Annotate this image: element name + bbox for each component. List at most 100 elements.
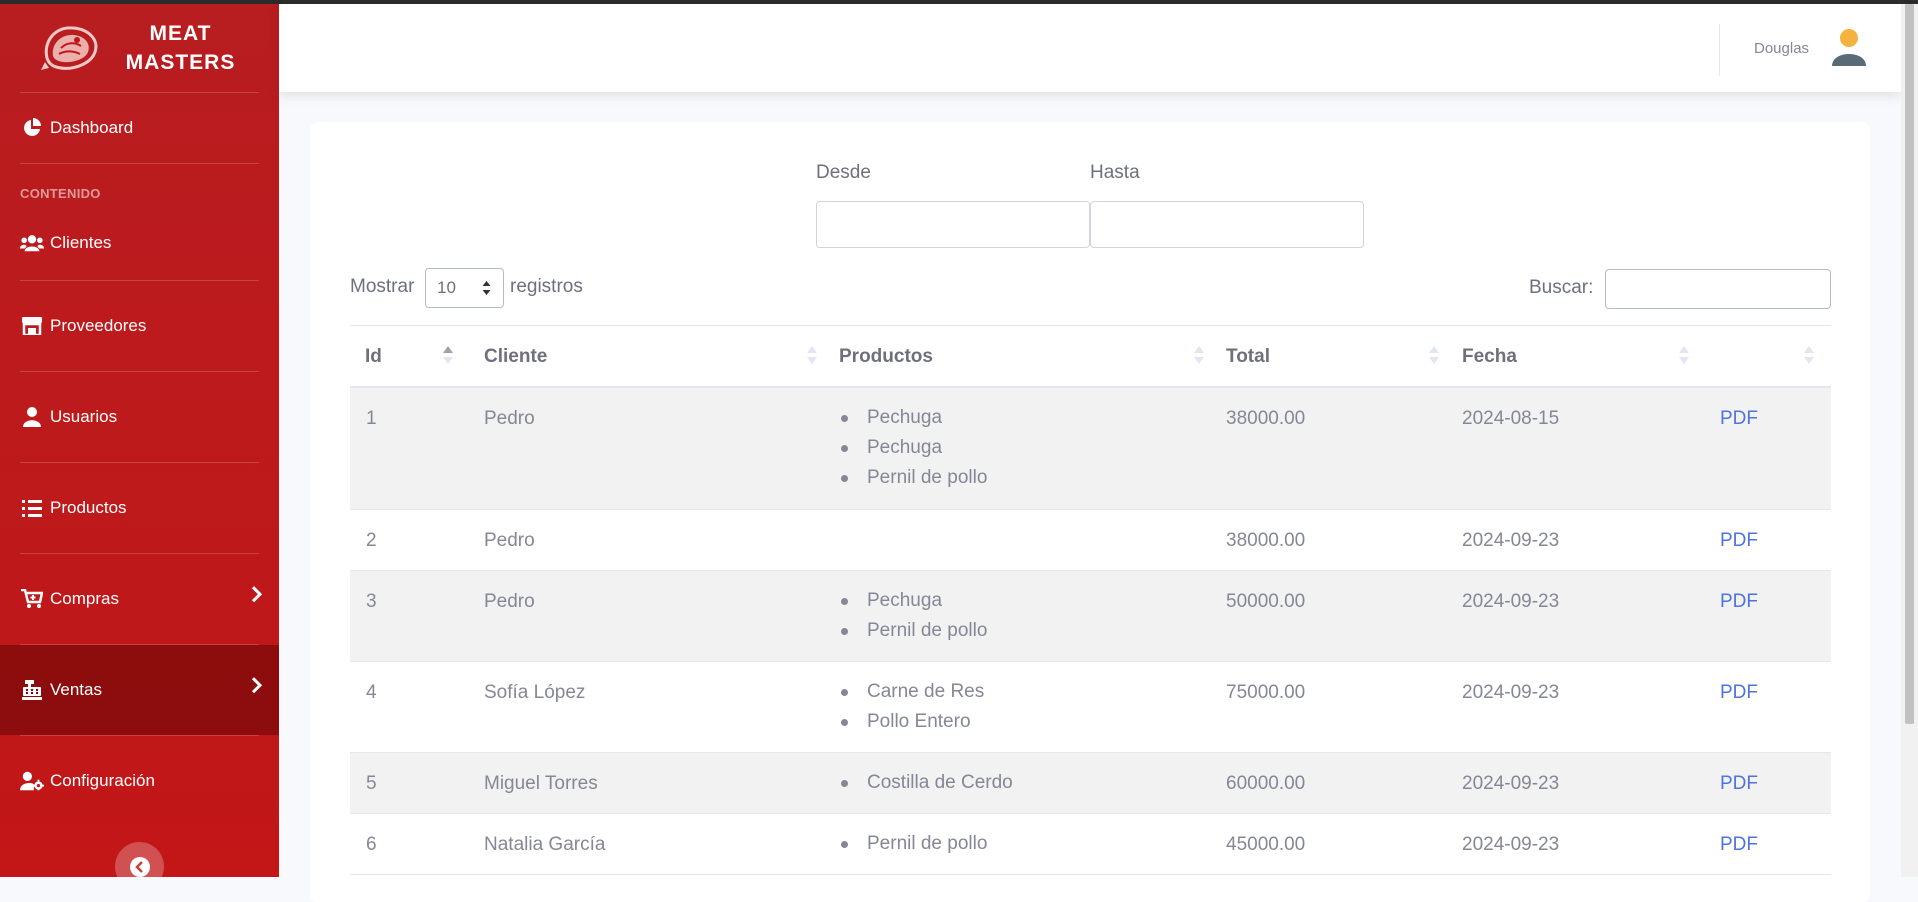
- user-icon: [20, 406, 44, 428]
- cash-register-icon: [20, 679, 44, 701]
- cell-id: 1: [366, 408, 377, 429]
- sidebar-item-compras[interactable]: Compras: [0, 554, 279, 644]
- cell-total: 45000.00: [1226, 834, 1306, 855]
- cell-cliente: Pedro: [484, 408, 535, 429]
- chart-pie-icon: [20, 117, 44, 139]
- cell-fecha: 2024-09-23: [1462, 530, 1560, 551]
- sort-icon[interactable]: [1193, 345, 1205, 365]
- table-row: 2 Pedro 38000.00 2024-09-23 PDF: [350, 510, 1831, 571]
- product-item: Carne de Res: [839, 677, 984, 707]
- cell-fecha: 2024-09-23: [1462, 834, 1560, 855]
- cell-id: 5: [366, 773, 377, 794]
- cell-cliente: Pedro: [484, 591, 535, 612]
- from-date-input[interactable]: [816, 201, 1090, 248]
- user-gear-icon: [20, 770, 44, 792]
- sidebar-heading: CONTENIDO: [20, 186, 101, 201]
- column-header-total[interactable]: Total: [1226, 346, 1270, 368]
- product-item: Pollo Entero: [839, 707, 984, 737]
- table-row: 3 Pedro Pechuga Pernil de pollo 50000.00…: [350, 571, 1831, 662]
- column-header-cliente[interactable]: Cliente: [484, 346, 547, 368]
- column-header-id[interactable]: Id: [365, 346, 382, 368]
- cell-total: 75000.00: [1226, 682, 1306, 703]
- table-header: Id Cliente Productos Total Fecha: [350, 325, 1831, 388]
- cell-id: 3: [366, 591, 377, 612]
- from-date-label: Desde: [816, 162, 871, 183]
- search-input[interactable]: [1605, 269, 1831, 309]
- sidebar-item-label: Compras: [50, 589, 119, 608]
- pdf-link[interactable]: PDF: [1720, 834, 1758, 856]
- cell-productos: Carne de Res Pollo Entero: [839, 677, 984, 737]
- sort-icon[interactable]: [1803, 345, 1815, 365]
- sidebar-item-label: Productos: [50, 498, 127, 517]
- scrollbar-thumb[interactable]: [1905, 4, 1914, 724]
- pdf-link[interactable]: PDF: [1720, 408, 1758, 430]
- cell-cliente: Natalia García: [484, 834, 606, 855]
- pdf-link[interactable]: PDF: [1720, 530, 1758, 552]
- product-item: Pernil de pollo: [839, 829, 987, 859]
- sidebar-item-productos[interactable]: Productos: [0, 463, 279, 553]
- sidebar-item-configuracion[interactable]: Configuración: [0, 736, 279, 826]
- cell-id: 4: [366, 682, 377, 703]
- list-icon: [20, 497, 44, 519]
- sidebar-item-label: Clientes: [50, 233, 112, 252]
- topbar-divider: [1719, 24, 1720, 76]
- user-avatar-icon[interactable]: [1829, 28, 1869, 68]
- sort-ascending-icon[interactable]: [442, 345, 454, 365]
- chevron-left-icon: [129, 856, 150, 877]
- to-date-label: Hasta: [1090, 162, 1140, 183]
- length-prefix: Mostrar: [350, 276, 415, 297]
- sidebar-item-label: Usuarios: [50, 407, 118, 426]
- table-row: 5 Miguel Torres Costilla de Cerdo 60000.…: [350, 753, 1831, 814]
- search-label: Buscar:: [1529, 277, 1594, 298]
- column-header-fecha[interactable]: Fecha: [1462, 346, 1517, 368]
- sidebar-item-usuarios[interactable]: Usuarios: [0, 372, 279, 462]
- length-suffix: registros: [510, 276, 583, 297]
- sidebar-toggle-button[interactable]: [115, 842, 164, 877]
- cell-fecha: 2024-09-23: [1462, 682, 1560, 703]
- user-name[interactable]: Douglas: [1754, 40, 1809, 57]
- cell-fecha: 2024-08-15: [1462, 408, 1560, 429]
- brand-line-1: MEAT: [149, 22, 212, 45]
- product-item: Costilla de Cerdo: [839, 768, 1013, 798]
- pdf-link[interactable]: PDF: [1720, 591, 1758, 613]
- sort-icon[interactable]: [1678, 345, 1690, 365]
- sidebar-item-label: Ventas: [50, 680, 102, 699]
- sidebar-item-clientes[interactable]: Clientes: [0, 206, 279, 280]
- product-item: Pechuga: [839, 433, 987, 463]
- sidebar-item-dashboard[interactable]: Dashboard: [0, 93, 279, 163]
- sidebar-item-label: Configuración: [50, 771, 155, 790]
- brand[interactable]: MEAT MASTERS: [0, 0, 279, 92]
- topbar: Douglas: [279, 4, 1901, 92]
- chevron-right-icon: [251, 676, 263, 699]
- table-row: 6 Natalia García Pernil de pollo 45000.0…: [350, 814, 1831, 875]
- sidebar-item-label: Proveedores: [50, 316, 147, 335]
- cell-cliente: Miguel Torres: [484, 773, 598, 794]
- column-header-productos[interactable]: Productos: [839, 346, 933, 368]
- sidebar-item-proveedores[interactable]: Proveedores: [0, 281, 279, 371]
- sort-icon[interactable]: [1428, 345, 1440, 365]
- cell-id: 6: [366, 834, 377, 855]
- users-icon: [20, 232, 44, 254]
- product-item: Pernil de pollo: [839, 463, 987, 493]
- sidebar-item-ventas[interactable]: Ventas: [0, 645, 279, 735]
- sort-arrows-icon: [482, 281, 491, 295]
- cell-total: 38000.00: [1226, 408, 1306, 429]
- sort-icon[interactable]: [806, 345, 818, 365]
- cell-productos: Pechuga Pernil de pollo: [839, 586, 987, 646]
- cell-fecha: 2024-09-23: [1462, 773, 1560, 794]
- pdf-link[interactable]: PDF: [1720, 773, 1758, 795]
- to-date-input[interactable]: [1090, 201, 1364, 248]
- store-icon: [20, 315, 44, 337]
- cell-productos: Costilla de Cerdo: [839, 768, 1013, 798]
- brand-name: MEAT MASTERS: [121, 19, 241, 77]
- brand-line-2: MASTERS: [125, 51, 236, 74]
- window-top-border: [0, 0, 1918, 4]
- cell-total: 50000.00: [1226, 591, 1306, 612]
- table-row: 1 Pedro Pechuga Pechuga Pernil de pollo …: [350, 388, 1831, 510]
- table-row: 4 Sofía López Carne de Res Pollo Entero …: [350, 662, 1831, 753]
- product-item: Pechuga: [839, 586, 987, 616]
- page-length-select[interactable]: 10: [425, 268, 504, 308]
- cell-total: 60000.00: [1226, 773, 1306, 794]
- product-item: Pernil de pollo: [839, 616, 987, 646]
- pdf-link[interactable]: PDF: [1720, 682, 1758, 704]
